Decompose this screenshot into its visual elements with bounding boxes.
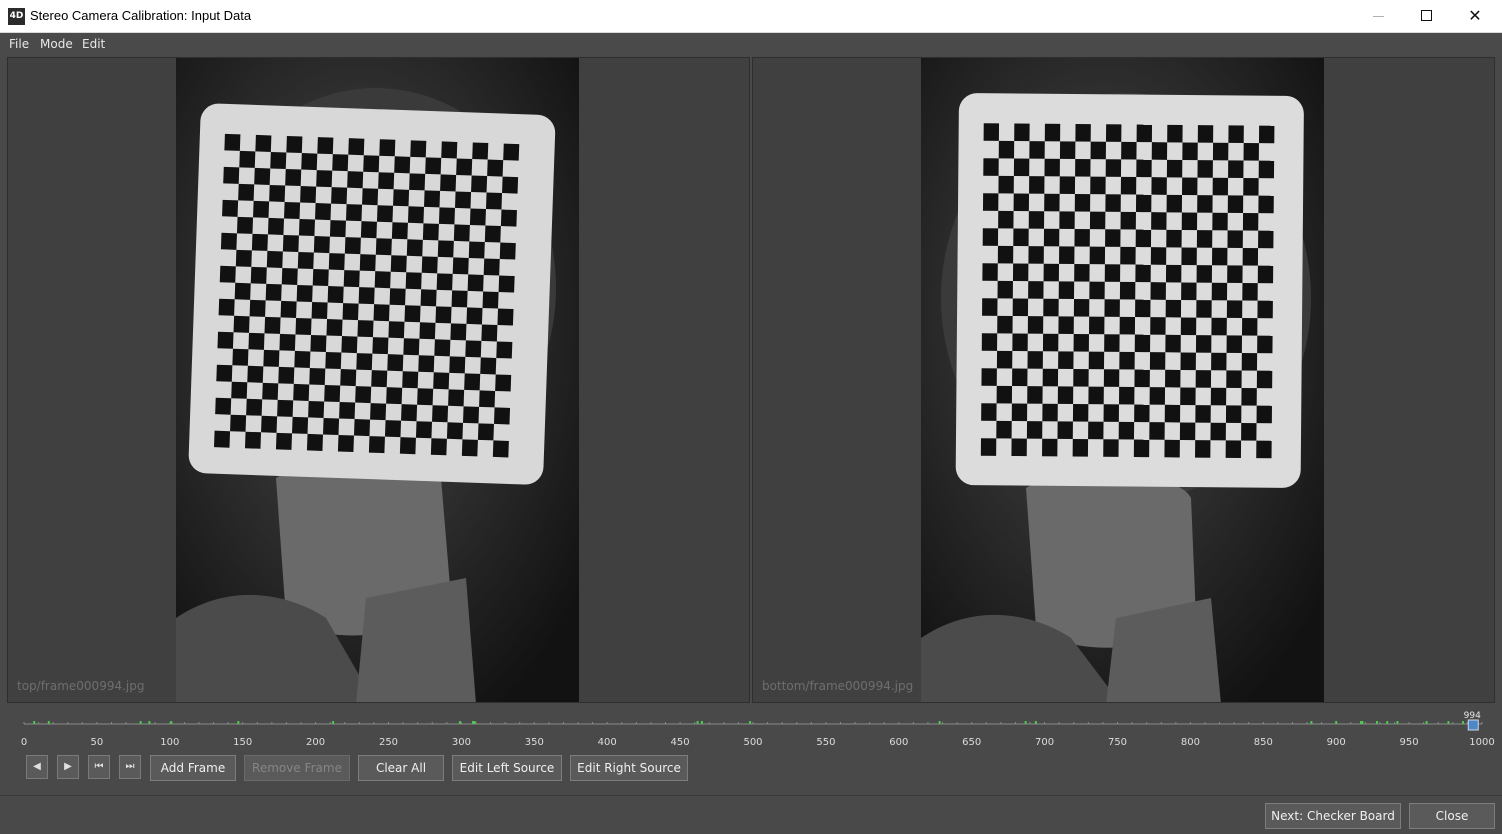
frame-marker[interactable] — [1024, 721, 1027, 724]
timeline-tick-label: 450 — [671, 737, 690, 748]
minimize-button[interactable] — [1355, 0, 1401, 32]
frame-marker[interactable] — [47, 721, 50, 724]
clear-all-button[interactable]: Clear All — [358, 755, 444, 781]
menu-file[interactable]: File — [9, 37, 29, 51]
maximize-button[interactable] — [1403, 0, 1449, 32]
frame-marker[interactable] — [1396, 721, 1399, 724]
frame-marker[interactable] — [148, 721, 151, 724]
step-back-button[interactable]: ◀ — [26, 755, 48, 779]
current-frame-label: 994 — [1464, 711, 1481, 721]
minimize-icon — [1372, 16, 1384, 17]
frame-marker[interactable] — [749, 721, 752, 724]
edit-right-source-button[interactable]: Edit Right Source — [570, 755, 688, 781]
frame-marker[interactable] — [1425, 721, 1428, 724]
timeline-tick-label: 650 — [962, 737, 981, 748]
right-camera-view[interactable]: bottom/frame000994.jpg — [752, 57, 1495, 703]
frame-marker[interactable] — [332, 721, 335, 724]
edit-left-source-button[interactable]: Edit Left Source — [452, 755, 562, 781]
left-frame-image — [176, 58, 579, 702]
timeline-tick-label: 0 — [21, 737, 27, 748]
frame-marker[interactable] — [458, 721, 461, 724]
timeline-tick-label: 150 — [233, 737, 252, 748]
frame-marker[interactable] — [473, 721, 476, 724]
play-icon: ▶ — [64, 761, 72, 772]
frame-marker[interactable] — [1447, 721, 1450, 724]
timeline-tick-label: 700 — [1035, 737, 1054, 748]
frame-marker[interactable] — [139, 721, 142, 724]
right-frame-path: bottom/frame000994.jpg — [762, 679, 914, 693]
timeline-tick-label: 100 — [160, 737, 179, 748]
right-camera-frame — [921, 58, 1324, 702]
timeline-tick-label: 750 — [1108, 737, 1127, 748]
frame-marker[interactable] — [696, 721, 699, 724]
frame-marker[interactable] — [33, 721, 36, 724]
left-camera-frame — [176, 58, 579, 702]
add-frame-button[interactable]: Add Frame — [150, 755, 236, 781]
frame-marker[interactable] — [1386, 721, 1389, 724]
frame-marker[interactable] — [1376, 721, 1379, 724]
dialog-footer: Next: Checker Board Close — [0, 795, 1502, 834]
timeline-tick-label: 300 — [452, 737, 471, 748]
title-bar: 4D Stereo Camera Calibration: Input Data… — [0, 0, 1502, 33]
timeline-tick-label: 400 — [598, 737, 617, 748]
timeline-tick-label: 200 — [306, 737, 325, 748]
frame-marker[interactable] — [938, 721, 941, 724]
close-button[interactable]: Close — [1409, 803, 1495, 829]
skip-to-start-button[interactable]: ⏮ — [88, 755, 110, 779]
step-back-icon: ◀ — [33, 761, 41, 772]
timeline-tick-label: 1000 — [1469, 737, 1494, 748]
next-checker-board-button[interactable]: Next: Checker Board — [1265, 803, 1401, 829]
timeline-tick-label: 900 — [1327, 737, 1346, 748]
timeline-tick-label: 800 — [1181, 737, 1200, 748]
menu-mode[interactable]: Mode — [40, 37, 73, 51]
timeline-tick-label: 850 — [1254, 737, 1273, 748]
frame-marker[interactable] — [237, 721, 240, 724]
timeline-handle[interactable] — [1467, 719, 1479, 731]
frame-marker[interactable] — [1335, 721, 1338, 724]
timeline-tick-label: 350 — [525, 737, 544, 748]
frame-marker[interactable] — [170, 721, 173, 724]
timeline-tick-label: 600 — [889, 737, 908, 748]
menu-edit[interactable]: Edit — [82, 37, 105, 51]
timeline-tick-label: 50 — [91, 737, 104, 748]
frame-marker[interactable] — [1034, 721, 1037, 724]
remove-frame-button[interactable]: Remove Frame — [244, 755, 350, 781]
timeline-tick-label: 250 — [379, 737, 398, 748]
window-title: Stereo Camera Calibration: Input Data — [30, 8, 252, 23]
timeline-scale[interactable]: 0 50 100 150 200 250 300 350 400 450 500 550 600 650 7… — [0, 706, 1502, 754]
play-button[interactable]: ▶ — [57, 755, 79, 779]
close-icon: ✕ — [1468, 6, 1482, 25]
timeline-tick-label: 550 — [816, 737, 835, 748]
app-logo-icon: 4D — [8, 8, 25, 25]
frame-marker[interactable] — [700, 721, 703, 724]
timeline-tick-label: 500 — [743, 737, 762, 748]
right-frame-image — [921, 58, 1324, 702]
close-window-button[interactable]: ✕ — [1452, 0, 1498, 32]
frame-marker[interactable] — [1462, 721, 1465, 724]
left-frame-path: top/frame000994.jpg — [17, 679, 145, 693]
playback-controls: ◀ ▶ ⏮ ⏭ Add Frame Remove Frame Clear All… — [0, 755, 1502, 783]
skip-to-end-button[interactable]: ⏭ — [119, 755, 141, 779]
timeline-tick-label: 950 — [1400, 737, 1419, 748]
left-camera-view[interactable]: top/frame000994.jpg — [7, 57, 750, 703]
skip-to-end-icon: ⏭ — [125, 761, 135, 772]
skip-to-start-icon: ⏮ — [94, 761, 104, 772]
maximize-icon — [1420, 9, 1432, 21]
frame-timeline[interactable]: 0 50 100 150 200 250 300 350 400 450 500 550 600 650 7… — [0, 706, 1502, 754]
menu-bar: File Mode Edit — [0, 33, 1502, 56]
frame-marker[interactable] — [1310, 721, 1313, 724]
frame-marker[interactable] — [1361, 721, 1364, 724]
